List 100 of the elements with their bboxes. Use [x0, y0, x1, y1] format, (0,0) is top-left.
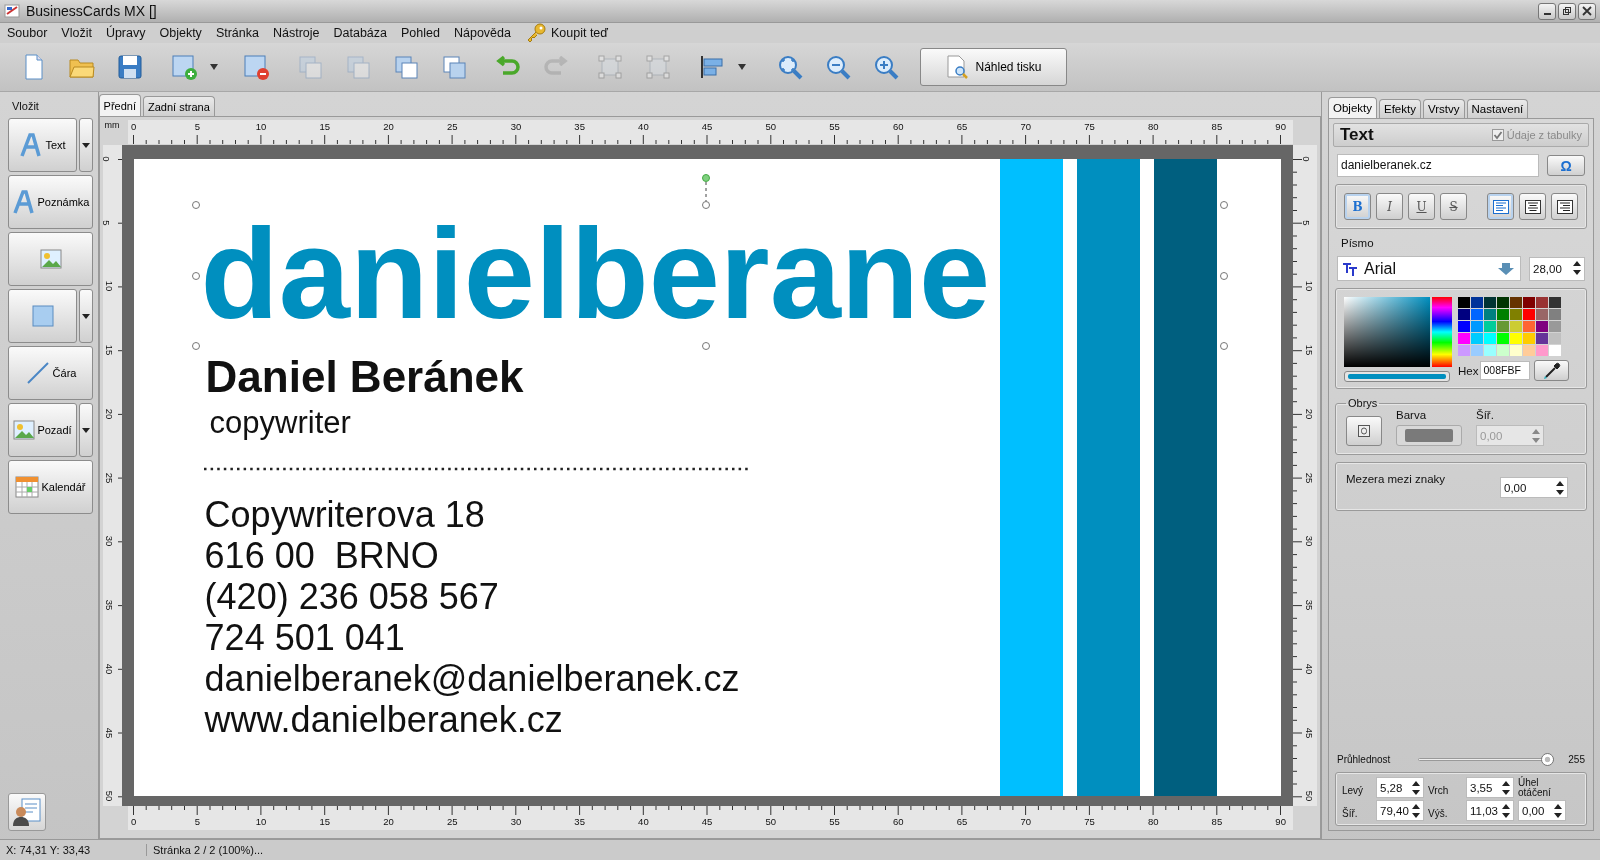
color-swatch[interactable]: [1536, 333, 1548, 344]
color-swatch[interactable]: [1484, 297, 1496, 308]
contact-card-button[interactable]: [8, 793, 46, 831]
format-button[interactable]: B: [1344, 193, 1371, 220]
dropdown-button[interactable]: [79, 289, 93, 343]
color-swatch[interactable]: [1523, 321, 1535, 332]
width-field[interactable]: 79,40: [1376, 800, 1424, 821]
properties-tab[interactable]: Objekty: [1328, 97, 1377, 118]
color-swatch[interactable]: [1536, 297, 1548, 308]
print-preview-button[interactable]: Náhled tisku: [920, 48, 1067, 86]
color-swatch[interactable]: [1510, 345, 1522, 356]
page-tab[interactable]: Zadní strana: [143, 96, 215, 116]
color-swatch[interactable]: [1484, 333, 1496, 344]
insert-button[interactable]: Text: [8, 118, 77, 172]
color-swatch[interactable]: [1549, 321, 1561, 332]
rotation-handle[interactable]: [701, 174, 710, 209]
color-swatch[interactable]: [1497, 345, 1509, 356]
dotted-line[interactable]: [202, 467, 751, 471]
left-field[interactable]: 5,28: [1376, 777, 1424, 798]
contact-text[interactable]: 616 00 BRNO: [204, 535, 439, 576]
resize-handle[interactable]: [191, 342, 200, 350]
color-swatch[interactable]: [1510, 297, 1522, 308]
format-button[interactable]: I: [1376, 193, 1403, 220]
color-swatch[interactable]: [1471, 309, 1483, 320]
font-size-field[interactable]: 28,00: [1529, 256, 1585, 281]
insert-button[interactable]: Poznámka: [8, 175, 93, 229]
buy-link[interactable]: Koupit teď: [550, 26, 615, 40]
properties-tab[interactable]: Vrstvy: [1422, 99, 1465, 118]
menu-item[interactable]: Databáza: [333, 26, 395, 40]
page-tab[interactable]: Přední: [98, 94, 141, 116]
stripe[interactable]: [1076, 159, 1140, 796]
top-field[interactable]: 3,55: [1466, 777, 1514, 798]
resize-handle[interactable]: [191, 272, 200, 280]
stripe[interactable]: [999, 159, 1063, 796]
color-swatch[interactable]: [1510, 321, 1522, 332]
menu-item[interactable]: Vložit: [61, 26, 99, 40]
color-swatch[interactable]: [1523, 309, 1535, 320]
contact-text[interactable]: (420) 236 058 567: [204, 576, 499, 617]
hex-field[interactable]: 008FBF: [1480, 361, 1531, 380]
color-swatch[interactable]: [1536, 309, 1548, 320]
minimize-button[interactable]: [1538, 2, 1556, 20]
insert-button[interactable]: Kalendář: [8, 460, 93, 514]
job-title-text[interactable]: copywriter: [209, 407, 351, 438]
insert-button[interactable]: Čára: [8, 346, 93, 400]
color-swatch[interactable]: [1471, 321, 1483, 332]
contact-text[interactable]: danielberanek@danielberanek.cz: [204, 658, 740, 699]
menu-item[interactable]: Pohled: [401, 26, 447, 40]
resize-handle[interactable]: [1219, 342, 1228, 350]
slider-thumb[interactable]: [1541, 753, 1555, 766]
menu-item[interactable]: Soubor: [7, 26, 55, 40]
color-swatch[interactable]: [1497, 333, 1509, 344]
outline-toggle-button[interactable]: [1346, 416, 1382, 446]
color-swatch[interactable]: [1523, 297, 1535, 308]
align-button[interactable]: [1551, 193, 1578, 220]
properties-tab[interactable]: Efekty: [1379, 99, 1421, 118]
opacity-slider[interactable]: [1418, 753, 1555, 766]
color-swatch[interactable]: [1484, 309, 1496, 320]
color-swatch[interactable]: [1523, 333, 1535, 344]
name-text[interactable]: Daniel Beránek: [205, 355, 524, 399]
insert-button[interactable]: Pozadí: [8, 403, 77, 457]
menu-item[interactable]: Stránka: [215, 26, 266, 40]
menu-item[interactable]: Objekty: [159, 26, 209, 40]
dropdown-button[interactable]: [79, 118, 93, 172]
color-swatch[interactable]: [1549, 345, 1561, 356]
color-swatch[interactable]: [1549, 309, 1561, 320]
color-swatch[interactable]: [1523, 345, 1535, 356]
contact-text[interactable]: Copywriterova 18: [204, 494, 485, 535]
menu-item[interactable]: Úpravy: [105, 26, 153, 40]
dropdown-button[interactable]: [79, 403, 93, 457]
resize-handle[interactable]: [191, 201, 200, 209]
properties-tab[interactable]: Nastavení: [1466, 99, 1529, 118]
color-swatch[interactable]: [1549, 333, 1561, 344]
height-field[interactable]: 11,03: [1466, 800, 1514, 821]
color-swatch[interactable]: [1458, 345, 1470, 356]
contact-text[interactable]: 724 501 041: [204, 617, 405, 658]
format-button[interactable]: U: [1408, 193, 1435, 220]
color-swatch[interactable]: [1458, 333, 1470, 344]
align-button[interactable]: [1519, 193, 1546, 220]
color-swatch[interactable]: [1484, 321, 1496, 332]
hue-bar[interactable]: [1432, 297, 1452, 367]
color-swatch[interactable]: [1510, 309, 1522, 320]
color-swatch[interactable]: [1471, 297, 1483, 308]
color-swatch[interactable]: [1497, 297, 1509, 308]
color-swatch[interactable]: [1497, 321, 1509, 332]
color-swatch[interactable]: [1471, 345, 1483, 356]
spacing-field[interactable]: 0,00: [1500, 477, 1568, 498]
eyedropper-button[interactable]: [1534, 360, 1570, 381]
color-swatch[interactable]: [1536, 345, 1548, 356]
color-swatch[interactable]: [1484, 345, 1496, 356]
color-swatch[interactable]: [1536, 321, 1548, 332]
text-field[interactable]: danielberanek.cz: [1337, 154, 1539, 177]
close-button[interactable]: [1578, 2, 1596, 20]
rotation-field[interactable]: 0,00: [1518, 800, 1566, 821]
resize-handle[interactable]: [1219, 201, 1228, 209]
restore-button[interactable]: [1558, 2, 1576, 20]
resize-handle[interactable]: [701, 342, 710, 350]
color-swatch[interactable]: [1510, 333, 1522, 344]
color-swatch[interactable]: [1458, 297, 1470, 308]
color-swatch[interactable]: [1471, 333, 1483, 344]
symbol-button[interactable]: Ω: [1547, 155, 1585, 176]
